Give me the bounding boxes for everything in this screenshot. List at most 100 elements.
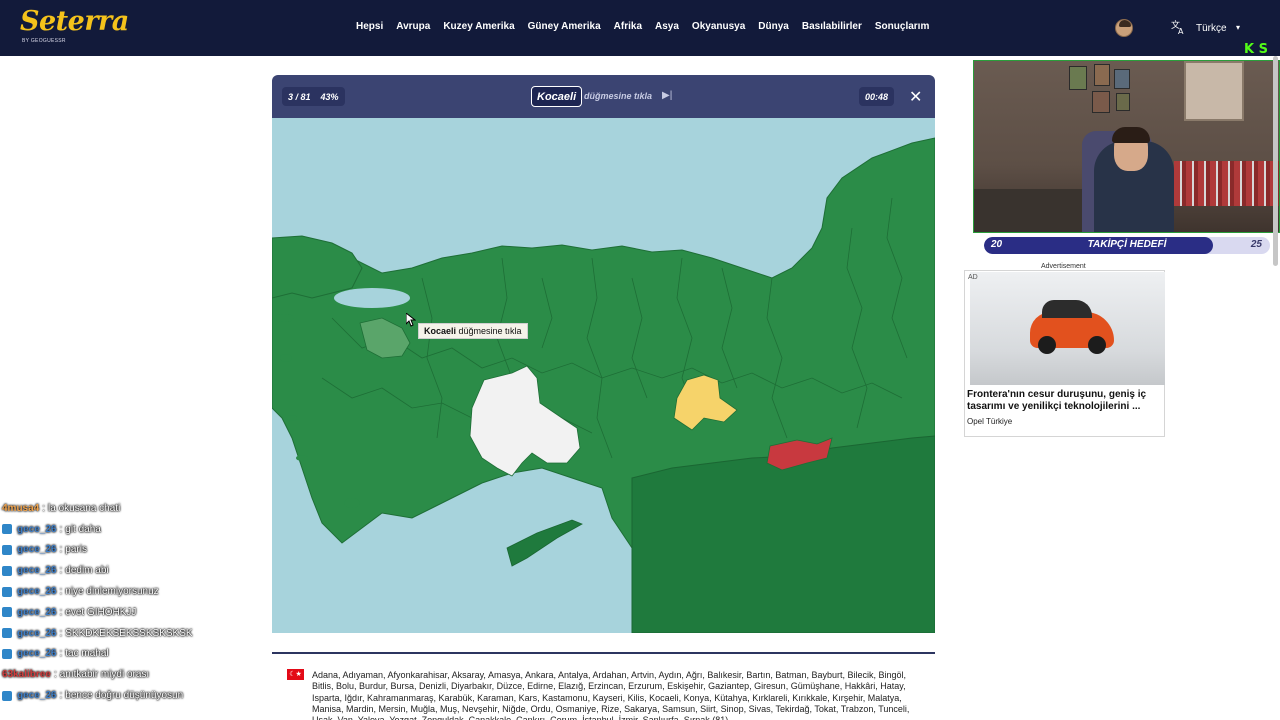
nav-asya[interactable]: Asya — [655, 21, 679, 32]
stream-chat: 4musa4: la okusana chati gece_26: git daha g… — [2, 498, 242, 706]
page-scrollbar[interactable] — [1273, 56, 1278, 266]
nav-guney-amerika[interactable]: Güney Amerika — [528, 21, 601, 32]
turkey-flag-icon: ☾★ — [287, 669, 304, 680]
map-svg[interactable] — [272, 118, 935, 633]
aegean-island — [280, 354, 292, 362]
streamer-webcam — [973, 60, 1280, 233]
ad-brand[interactable]: Opel Türkiye — [967, 417, 1012, 426]
progress-pill: 3 / 81 43% — [282, 87, 345, 106]
chat-message: gece_26: bence doğru düşünüyosun — [2, 685, 242, 706]
turkey-map[interactable]: Kocaeli düğmesine tıkla — [272, 118, 935, 633]
nav-kuzey-amerika[interactable]: Kuzey Amerika — [443, 21, 514, 32]
score-percent: 43% — [320, 91, 339, 102]
timer-value: 00:48 — [865, 91, 889, 102]
chat-username[interactable]: gece_26 — [17, 544, 56, 555]
chat-separator: : — [59, 565, 63, 577]
chat-message: 63kalibree: anıtkabir miydi orası — [2, 664, 242, 685]
kick-logo: K S — [1244, 42, 1268, 57]
chat-badge-icon — [2, 565, 12, 576]
seterra-logo[interactable]: Seterra — [20, 6, 129, 37]
chat-text: anıtkabir miydi orası — [59, 669, 150, 681]
quiz-panel: 3 / 81 43% Kocaeli düğmesine tıkla ▶| 00… — [272, 75, 935, 633]
chat-badge-icon — [2, 544, 12, 555]
chat-message: gece_26: niye dinlemiyorsunuz — [2, 581, 242, 602]
svg-text:A: A — [1178, 27, 1184, 35]
chat-text: bence doğru düşünüyosun — [65, 690, 184, 702]
nav-afrika[interactable]: Afrika — [614, 21, 642, 32]
tooltip-text: düğmesine tıkla — [458, 326, 522, 336]
ad-title[interactable]: Frontera'nın cesur duruşunu, geniş iç ta… — [967, 389, 1162, 413]
nav-avrupa[interactable]: Avrupa — [396, 21, 430, 32]
chat-message: gece_26: evet GIHOHKJJ — [2, 602, 242, 623]
chat-username[interactable]: gece_26 — [17, 524, 56, 535]
chat-message: gece_26: paris — [2, 540, 242, 561]
target-province-label: Kocaeli — [531, 86, 583, 107]
user-avatar[interactable] — [1115, 19, 1133, 37]
chat-username[interactable]: gece_26 — [17, 565, 56, 576]
nav-sonuclarim[interactable]: Sonuçlarım — [875, 21, 929, 32]
question-counter: 3 / 81 — [288, 91, 311, 102]
advertisement-caption: Advertisement — [1041, 263, 1086, 270]
nav-basilabilirler[interactable]: Basılabilirler — [802, 21, 862, 32]
chat-badge-icon — [2, 524, 12, 535]
aegean-island — [296, 455, 308, 461]
marmara-sea — [334, 288, 410, 308]
top-navigation-bar: Seterra BY GEOGUESSR Hepsi Avrupa Kuzey … — [0, 0, 1280, 57]
aegean-island — [287, 415, 297, 421]
chat-username[interactable]: gece_26 — [17, 607, 56, 618]
logo-subtitle: BY GEOGUESSR — [22, 38, 66, 44]
list-divider — [272, 652, 935, 654]
nav-okyanusya[interactable]: Okyanusya — [692, 21, 745, 32]
follower-goal-label: TAKİPÇİ HEDEFİ — [1087, 239, 1167, 250]
chat-text: tac mahal — [65, 648, 109, 660]
chat-separator: : — [59, 627, 63, 639]
map-tooltip: Kocaeli düğmesine tıkla — [418, 323, 528, 339]
chat-separator: : — [59, 544, 63, 556]
quiz-header: 3 / 81 43% Kocaeli düğmesine tıkla ▶| 00… — [272, 75, 935, 118]
chat-separator: : — [59, 523, 63, 535]
chat-text: paris — [65, 544, 87, 556]
chat-separator: : — [59, 586, 63, 598]
chat-username[interactable]: 63kalibree — [2, 669, 51, 680]
language-selector[interactable]: Türkçe — [1196, 23, 1227, 34]
chevron-down-icon[interactable]: ▾ — [1236, 23, 1240, 32]
chat-username[interactable]: 4musa4 — [2, 503, 39, 514]
nav-hepsi[interactable]: Hepsi — [356, 21, 383, 32]
chat-badge-icon — [2, 628, 12, 639]
chat-text: evet GIHOHKJJ — [65, 606, 137, 618]
main-nav: Hepsi Avrupa Kuzey Amerika Güney Amerika… — [356, 21, 929, 32]
chat-badge-icon — [2, 586, 12, 597]
chat-badge-icon — [2, 690, 12, 701]
chat-separator: : — [42, 502, 46, 514]
follower-goal-bar: 20 TAKİPÇİ HEDEFİ 25 — [984, 237, 1270, 254]
nav-dunya[interactable]: Dünya — [758, 21, 789, 32]
chat-message: gece_26: dedim abi — [2, 560, 242, 581]
chat-username[interactable]: gece_26 — [17, 648, 56, 659]
chat-text: git daha — [65, 523, 101, 535]
chat-username[interactable]: gece_26 — [17, 690, 56, 701]
ad-tag: AD — [968, 274, 978, 281]
chat-message: gece_26: tac mahal — [2, 644, 242, 665]
chat-username[interactable]: gece_26 — [17, 586, 56, 597]
chat-separator: : — [53, 669, 57, 681]
chat-message: gece_26: SKKDKEKSEKSSKSKSKSK — [2, 623, 242, 644]
province-list: Adana, Adıyaman, Afyonkarahisar, Aksaray… — [312, 670, 910, 720]
ad-image[interactable] — [970, 272, 1165, 385]
chat-text: niye dinlemiyorsunuz — [65, 586, 159, 598]
chat-badge-icon — [2, 607, 12, 618]
chat-text: dedim abi — [65, 565, 109, 577]
close-icon[interactable]: ✕ — [909, 87, 922, 107]
aegean-island — [344, 498, 360, 508]
chat-message: 4musa4: la okusana chati — [2, 498, 242, 519]
car-image — [1030, 300, 1114, 354]
instruction-text: düğmesine tıkla — [584, 91, 653, 101]
land-balkans — [272, 235, 363, 299]
chat-separator: : — [59, 648, 63, 660]
aegean-island — [274, 314, 294, 322]
chat-text: SKKDKEKSEKSSKSKSKSK — [65, 627, 193, 639]
skip-icon[interactable]: ▶| — [662, 90, 672, 101]
cyprus-island — [506, 519, 583, 567]
translate-icon[interactable]: 文A — [1171, 19, 1187, 36]
chat-username[interactable]: gece_26 — [17, 628, 56, 639]
advertisement[interactable]: AD Frontera'nın cesur duruşunu, geniş iç… — [964, 270, 1165, 437]
